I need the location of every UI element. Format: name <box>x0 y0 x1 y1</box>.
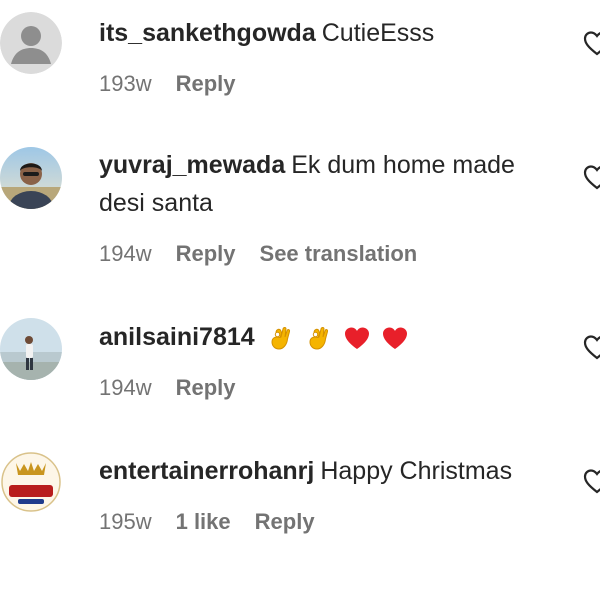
reply-button[interactable]: Reply <box>255 509 315 535</box>
comment-username[interactable]: yuvraj_mewada <box>99 151 285 179</box>
comment-body: yuvraj_mewada Ek dum home made <box>99 146 569 184</box>
default-avatar-icon <box>0 12 62 74</box>
comment-body: anilsaini7814 <box>99 318 569 356</box>
comment-item: yuvraj_mewada Ek dum home made desi santa… <box>0 140 600 290</box>
heart-outline-icon[interactable] <box>582 466 600 496</box>
red-heart-emoji-icon <box>344 327 369 350</box>
comment-text: CutieEsss <box>321 19 435 47</box>
comment-body: its_sankethgowda CutieEsss <box>99 14 569 52</box>
comment-content: anilsaini7814 194w Reply <box>99 318 569 401</box>
avatar[interactable] <box>0 12 62 74</box>
see-translation-button[interactable]: See translation <box>260 241 418 267</box>
comment-item: entertainerrohanrj Happy Christmas 195w 1… <box>0 444 600 554</box>
comment-content: yuvraj_mewada Ek dum home made desi santa… <box>99 146 569 267</box>
comment-item: its_sankethgowda CutieEsss 193w Reply <box>0 0 600 120</box>
comment-timestamp[interactable]: 194w <box>99 375 152 401</box>
comment-meta: 195w 1 like Reply <box>99 509 569 535</box>
comments-list: its_sankethgowda CutieEsss 193w Reply yu… <box>0 0 600 600</box>
channel-logo-icon <box>0 451 62 513</box>
likes-count-button[interactable]: 1 like <box>176 509 231 535</box>
comment-timestamp[interactable]: 194w <box>99 241 152 267</box>
avatar[interactable] <box>0 318 62 380</box>
comment-content: its_sankethgowda CutieEsss 193w Reply <box>99 14 569 97</box>
comment-content: entertainerrohanrj Happy Christmas 195w 1… <box>99 452 569 535</box>
comment-timestamp[interactable]: 193w <box>99 71 152 97</box>
comment-username[interactable]: anilsaini7814 <box>99 323 255 351</box>
comment-emojis <box>267 324 409 352</box>
reply-button[interactable]: Reply <box>176 71 236 97</box>
reply-button[interactable]: Reply <box>176 241 236 267</box>
heart-outline-icon[interactable] <box>582 332 600 362</box>
ok-hand-emoji-icon <box>271 327 290 350</box>
heart-outline-icon[interactable] <box>582 28 600 58</box>
avatar[interactable] <box>0 451 62 513</box>
avatar[interactable] <box>0 147 62 209</box>
comment-meta: 194w Reply See translation <box>99 241 569 267</box>
ok-hand-emoji-icon <box>309 327 328 350</box>
profile-photo-icon <box>0 318 62 380</box>
comment-body: entertainerrohanrj Happy Christmas <box>99 452 569 490</box>
reply-button[interactable]: Reply <box>176 375 236 401</box>
comment-item: anilsaini7814 194w Reply <box>0 310 600 420</box>
comment-timestamp[interactable]: 195w <box>99 509 152 535</box>
comment-username[interactable]: its_sankethgowda <box>99 19 316 47</box>
red-heart-emoji-icon <box>382 327 407 350</box>
comment-text: Ek dum home made <box>291 151 515 179</box>
comment-meta: 193w Reply <box>99 71 569 97</box>
comment-meta: 194w Reply <box>99 375 569 401</box>
comment-text-continuation: desi santa <box>99 189 213 217</box>
comment-text: Happy Christmas <box>320 457 513 485</box>
profile-photo-icon <box>0 147 62 209</box>
heart-outline-icon[interactable] <box>582 162 600 192</box>
comment-username[interactable]: entertainerrohanrj <box>99 457 314 485</box>
